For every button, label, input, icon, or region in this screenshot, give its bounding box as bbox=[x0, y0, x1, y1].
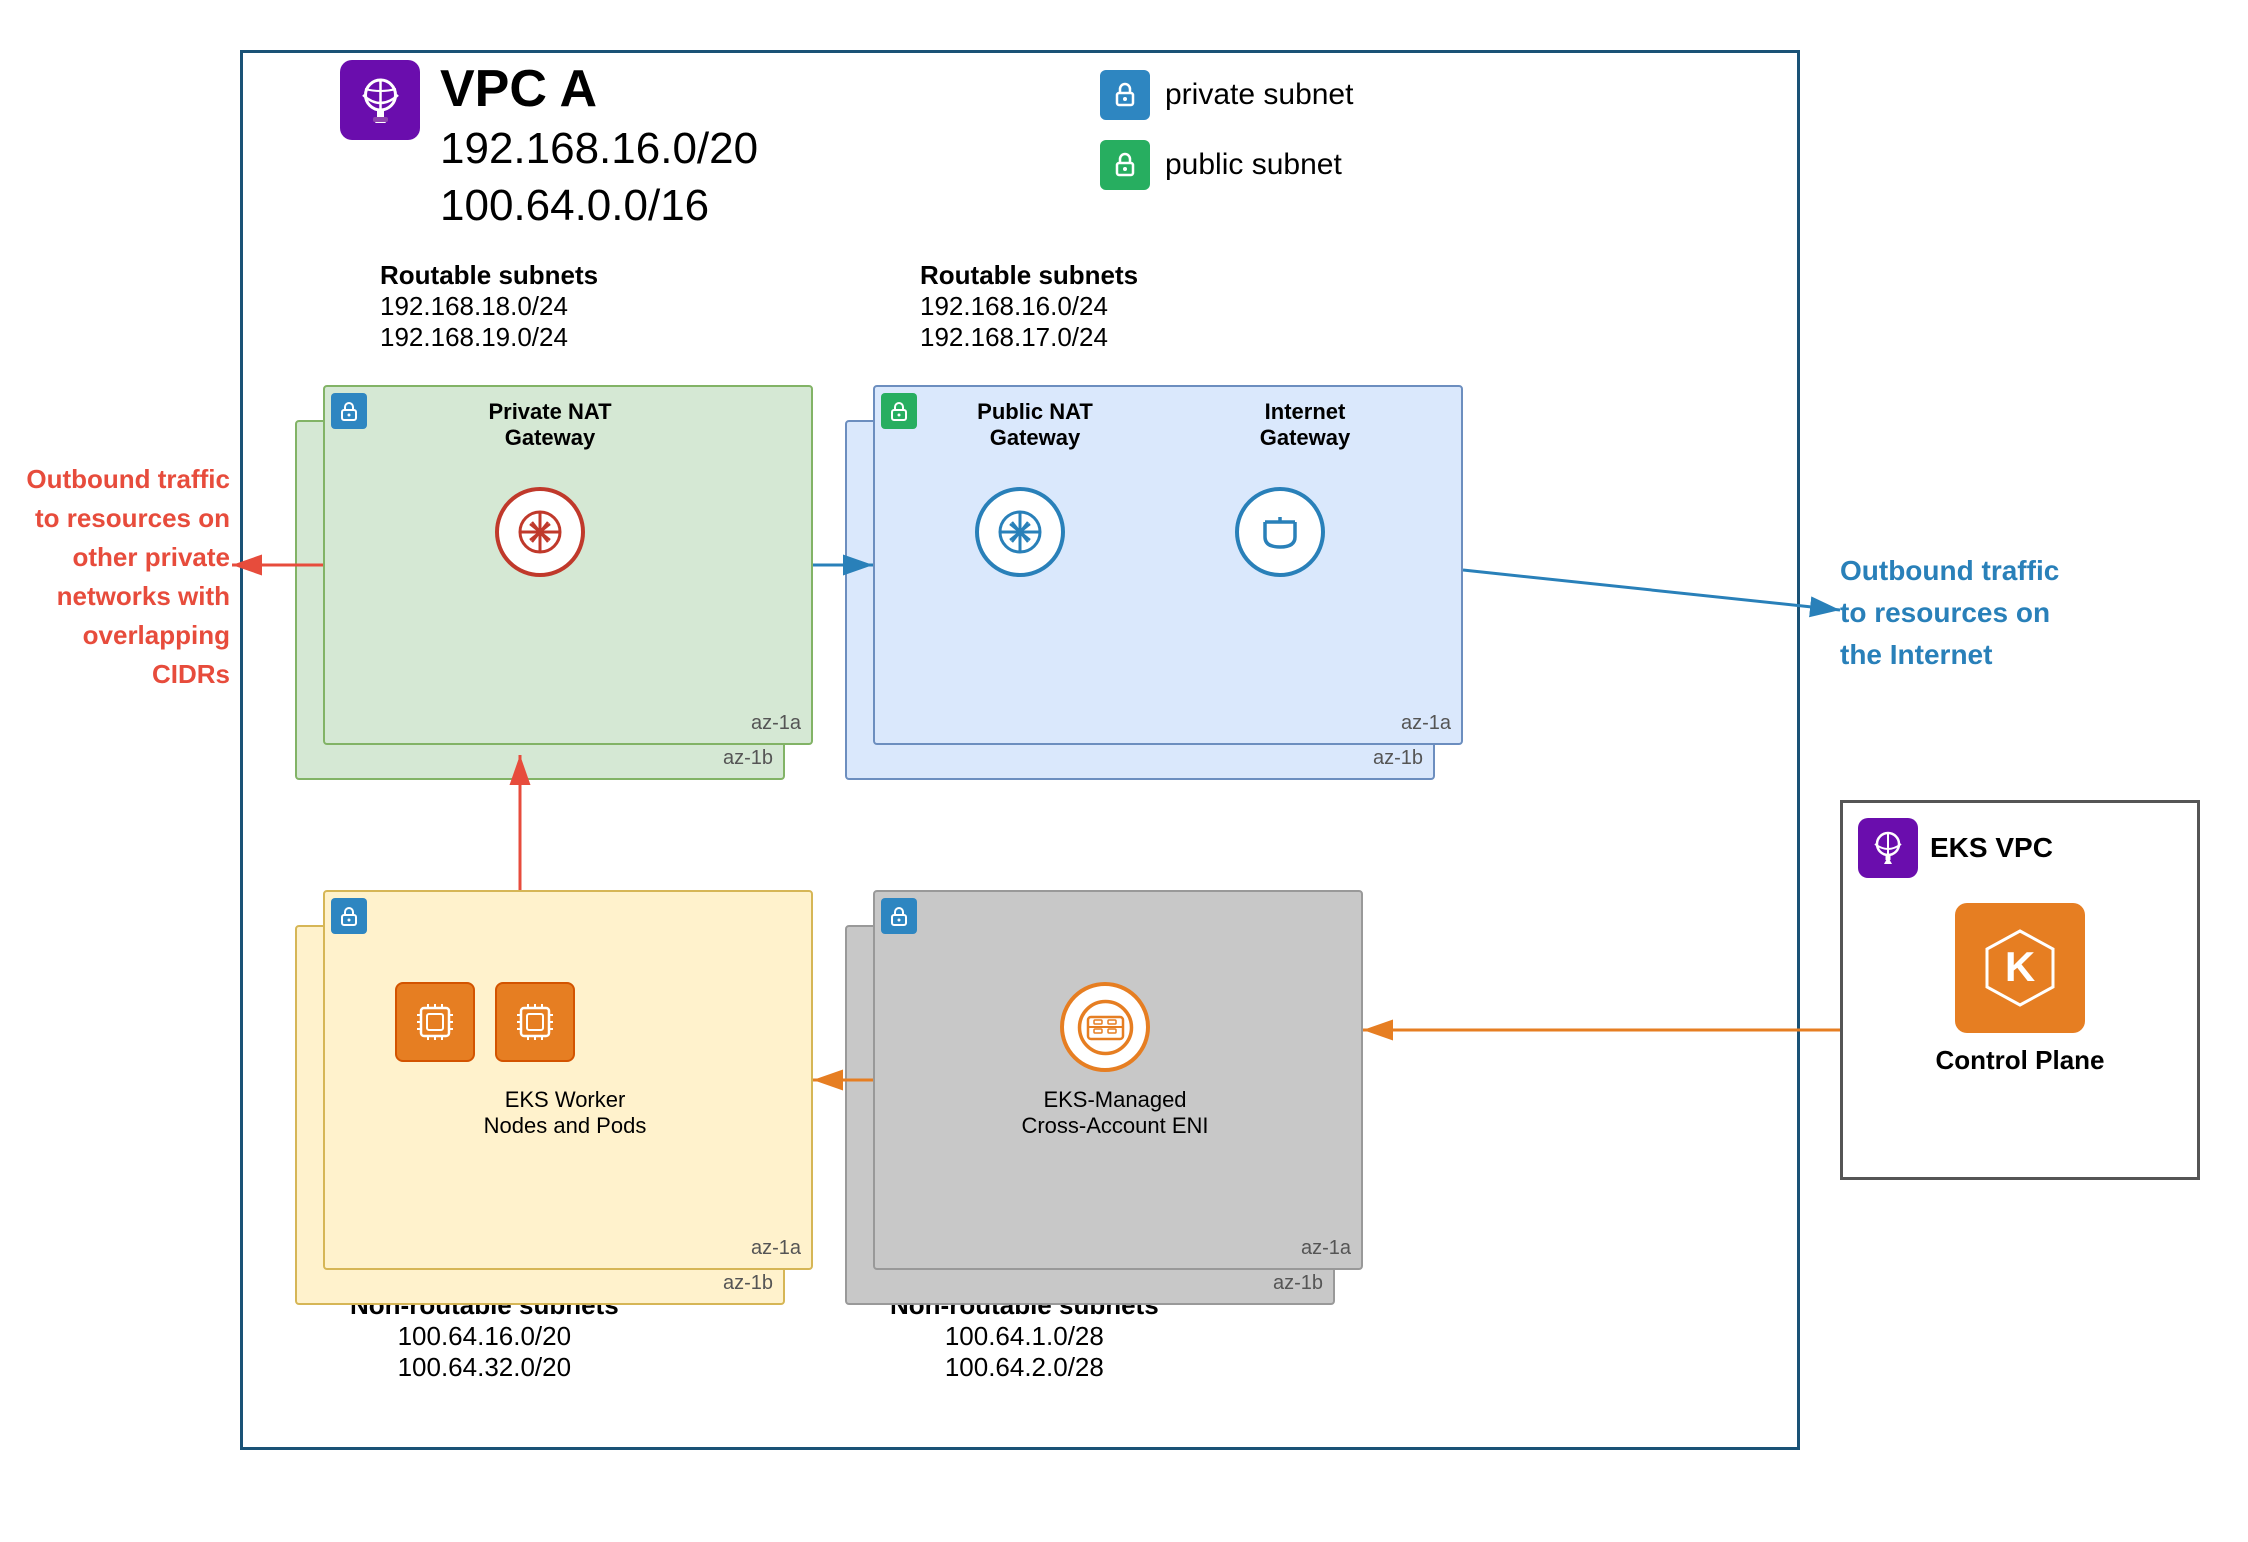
eks-worker-chip-icon-2 bbox=[495, 982, 575, 1062]
public-subnet-inner: az-1a Public NAT Gateway Internet Gatewa… bbox=[873, 385, 1463, 745]
internet-gw-label: Internet Gateway bbox=[1205, 399, 1405, 451]
eks-control-plane-label: Control Plane bbox=[1935, 1045, 2104, 1076]
legend: private subnet public subnet bbox=[1100, 70, 1353, 190]
legend-public-icon bbox=[1100, 140, 1150, 190]
eks-worker-subnet-inner: az-1a bbox=[323, 890, 813, 1270]
vpc-a-title-block: VPC A 192.168.16.0/20 100.64.0.0/16 bbox=[440, 60, 758, 234]
private-nat-title: Private NAT bbox=[425, 399, 675, 425]
eks-eni-az-inner: az-1a bbox=[1301, 1237, 1351, 1260]
private-subnet-inner: az-1a Private NAT Gateway bbox=[323, 385, 813, 745]
eks-eni-text: EKS-Managed Cross-Account ENI bbox=[905, 1087, 1325, 1139]
private-nat-label: Private NAT Gateway bbox=[425, 399, 675, 451]
vpc-a-cidr1: 192.168.16.0/20 bbox=[440, 120, 758, 177]
public-az-inner: az-1a bbox=[1401, 712, 1451, 735]
eks-worker-text: EKS Worker Nodes and Pods bbox=[375, 1087, 755, 1139]
routable-left-cidr1: 192.168.18.0/24 bbox=[380, 291, 598, 322]
eks-vpc-icon bbox=[1858, 818, 1918, 878]
routable-right-cidr1: 192.168.16.0/24 bbox=[920, 291, 1138, 322]
private-az-inner: az-1a bbox=[751, 712, 801, 735]
public-az-outer: az-1b bbox=[1373, 747, 1423, 770]
outbound-right-label: Outbound trafficto resources onthe Inter… bbox=[1840, 550, 2130, 676]
vpc-a-title: VPC A bbox=[440, 60, 758, 120]
eks-worker-chip-icon-1 bbox=[395, 982, 475, 1062]
vpc-a-icon bbox=[340, 60, 420, 140]
routable-left-title: Routable subnets bbox=[380, 260, 598, 291]
vpc-a-cidr2: 100.64.0.0/16 bbox=[440, 177, 758, 234]
vpc-a-header: VPC A 192.168.16.0/20 100.64.0.0/16 bbox=[340, 60, 758, 234]
eks-vpc-box: EKS VPC K Control Plane bbox=[1840, 800, 2200, 1180]
legend-private-icon bbox=[1100, 70, 1150, 120]
diagram: VPC A 192.168.16.0/20 100.64.0.0/16 priv… bbox=[0, 20, 2248, 1542]
routable-left-label: Routable subnets 192.168.18.0/24 192.168… bbox=[380, 260, 598, 353]
public-subnet-lock bbox=[881, 393, 917, 429]
eks-vpc-header: EKS VPC bbox=[1843, 803, 2197, 893]
eks-eni-subnet-inner: az-1a EKS-Managed Cross-Account ENI bbox=[873, 890, 1363, 1270]
eks-k8s-icon: K bbox=[1955, 903, 2085, 1033]
nonroutable-right-cidr2: 100.64.2.0/28 bbox=[890, 1352, 1159, 1383]
eks-vpc-title: EKS VPC bbox=[1930, 832, 2053, 864]
routable-right-title: Routable subnets bbox=[920, 260, 1138, 291]
nonroutable-left-cidr1: 100.64.16.0/20 bbox=[350, 1321, 619, 1352]
private-az-outer: az-1b bbox=[723, 747, 773, 770]
eks-worker-icons bbox=[395, 982, 575, 1062]
eks-worker-lock bbox=[331, 898, 367, 934]
eks-control-plane: K Control Plane bbox=[1843, 893, 2197, 1086]
private-nat-title2: Gateway bbox=[425, 425, 675, 451]
internet-gw-circle-icon bbox=[1235, 487, 1325, 577]
legend-public-label: public subnet bbox=[1165, 148, 1342, 182]
private-subnet-lock bbox=[331, 393, 367, 429]
outbound-left-label: Outbound trafficto resources onother pri… bbox=[20, 460, 230, 694]
routable-right-cidr2: 192.168.17.0/24 bbox=[920, 322, 1138, 353]
legend-public: public subnet bbox=[1100, 140, 1353, 190]
legend-private: private subnet bbox=[1100, 70, 1353, 120]
svg-text:K: K bbox=[2005, 943, 2035, 990]
eks-eni-circle-icon bbox=[1060, 982, 1150, 1072]
eks-eni-az-outer: az-1b bbox=[1273, 1272, 1323, 1295]
routable-left-cidr2: 192.168.19.0/24 bbox=[380, 322, 598, 353]
routable-right-label: Routable subnets 192.168.16.0/24 192.168… bbox=[920, 260, 1138, 353]
eks-eni-icon-wrap bbox=[1060, 982, 1150, 1072]
eks-worker-az-outer: az-1b bbox=[723, 1272, 773, 1295]
nonroutable-left-cidr2: 100.64.32.0/20 bbox=[350, 1352, 619, 1383]
legend-private-label: private subnet bbox=[1165, 78, 1353, 112]
eks-worker-az-inner: az-1a bbox=[751, 1237, 801, 1260]
public-nat-icon bbox=[975, 487, 1065, 577]
private-nat-gw-icon bbox=[495, 487, 585, 577]
public-nat-gw-icon bbox=[975, 487, 1065, 577]
eks-eni-lock bbox=[881, 898, 917, 934]
internet-gw-icon bbox=[1235, 487, 1325, 577]
nonroutable-right-cidr1: 100.64.1.0/28 bbox=[890, 1321, 1159, 1352]
private-nat-icon bbox=[495, 487, 585, 577]
public-nat-label: Public NAT Gateway bbox=[935, 399, 1135, 451]
